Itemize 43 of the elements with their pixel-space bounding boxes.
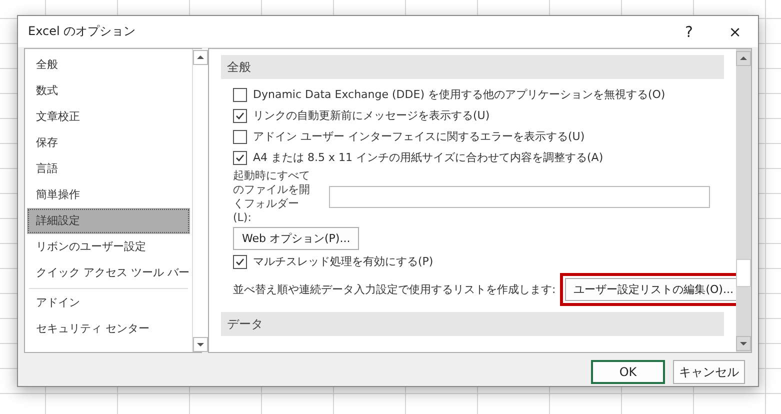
checkbox-label: Dynamic Data Exchange (DDE) を使用する他のアプリケーションを無視する(O): [253, 87, 666, 102]
sidebar-item[interactable]: 全般: [27, 52, 190, 78]
checkbox-label: A4 または 8.5 x 11 インチの用紙サイズに合わせて内容を調整する(A): [253, 150, 604, 165]
checkbox-label: リンクの自動更新前にメッセージを表示する(U): [253, 108, 490, 123]
sidebar-item[interactable]: クイック アクセス ツール バー: [27, 260, 190, 286]
checkbox[interactable]: [233, 88, 247, 102]
scroll-up-icon[interactable]: [192, 50, 208, 65]
checkbox[interactable]: [233, 130, 247, 144]
checkbox[interactable]: [233, 150, 247, 164]
section-header: 全般: [221, 55, 724, 79]
checkbox[interactable]: [233, 254, 247, 268]
scroll-down-icon[interactable]: [736, 336, 751, 351]
checkbox-label: アドイン ユーザー インターフェイスに関するエラーを表示する(U): [253, 129, 585, 144]
field-label: 起動時にすべてのファイルを開くフォルダー(L):: [233, 169, 311, 225]
ok-button[interactable]: OK: [591, 360, 665, 384]
sidebar-item[interactable]: 言語: [27, 156, 190, 182]
help-button[interactable]: ?: [666, 16, 712, 47]
scroll-down-icon[interactable]: [192, 337, 208, 352]
sidebar-item[interactable]: リボンのユーザー設定: [27, 234, 190, 260]
window-title: Excel のオプション: [28, 23, 137, 40]
sidebar-item[interactable]: セキュリティ センター: [27, 316, 190, 342]
check-icon: [235, 256, 245, 266]
scroll-up-icon[interactable]: [736, 51, 751, 66]
cancel-button[interactable]: キャンセル: [673, 360, 745, 384]
scroll-thumb[interactable]: [736, 259, 750, 287]
edit-custom-lists-button[interactable]: ユーザー設定リストの編集(O)...: [564, 278, 736, 301]
checkbox[interactable]: [233, 108, 247, 122]
web-options-button[interactable]: Web オプション(P)...: [233, 227, 360, 250]
scrollbar[interactable]: [192, 49, 208, 352]
check-icon: [235, 152, 245, 162]
description-text: 並べ替え順や連続データ入力設定で使用するリストを作成します:: [233, 282, 556, 297]
sidebar-item[interactable]: 数式: [27, 78, 190, 104]
checkbox-label: マルチスレッド処理を有効にする(P): [253, 254, 434, 269]
check-icon: [235, 110, 245, 120]
sidebar-item[interactable]: 文章校正: [27, 104, 190, 130]
sidebar-item[interactable]: 簡単操作: [27, 182, 190, 208]
section-header: データ: [221, 312, 724, 336]
sidebar-item[interactable]: 保存: [27, 130, 190, 156]
close-button[interactable]: ×: [712, 16, 758, 47]
sidebar-item[interactable]: 詳細設定: [27, 208, 190, 234]
sidebar-item[interactable]: アドイン: [27, 290, 190, 316]
scrollbar[interactable]: [736, 49, 751, 352]
folder-input-field[interactable]: [329, 186, 710, 208]
